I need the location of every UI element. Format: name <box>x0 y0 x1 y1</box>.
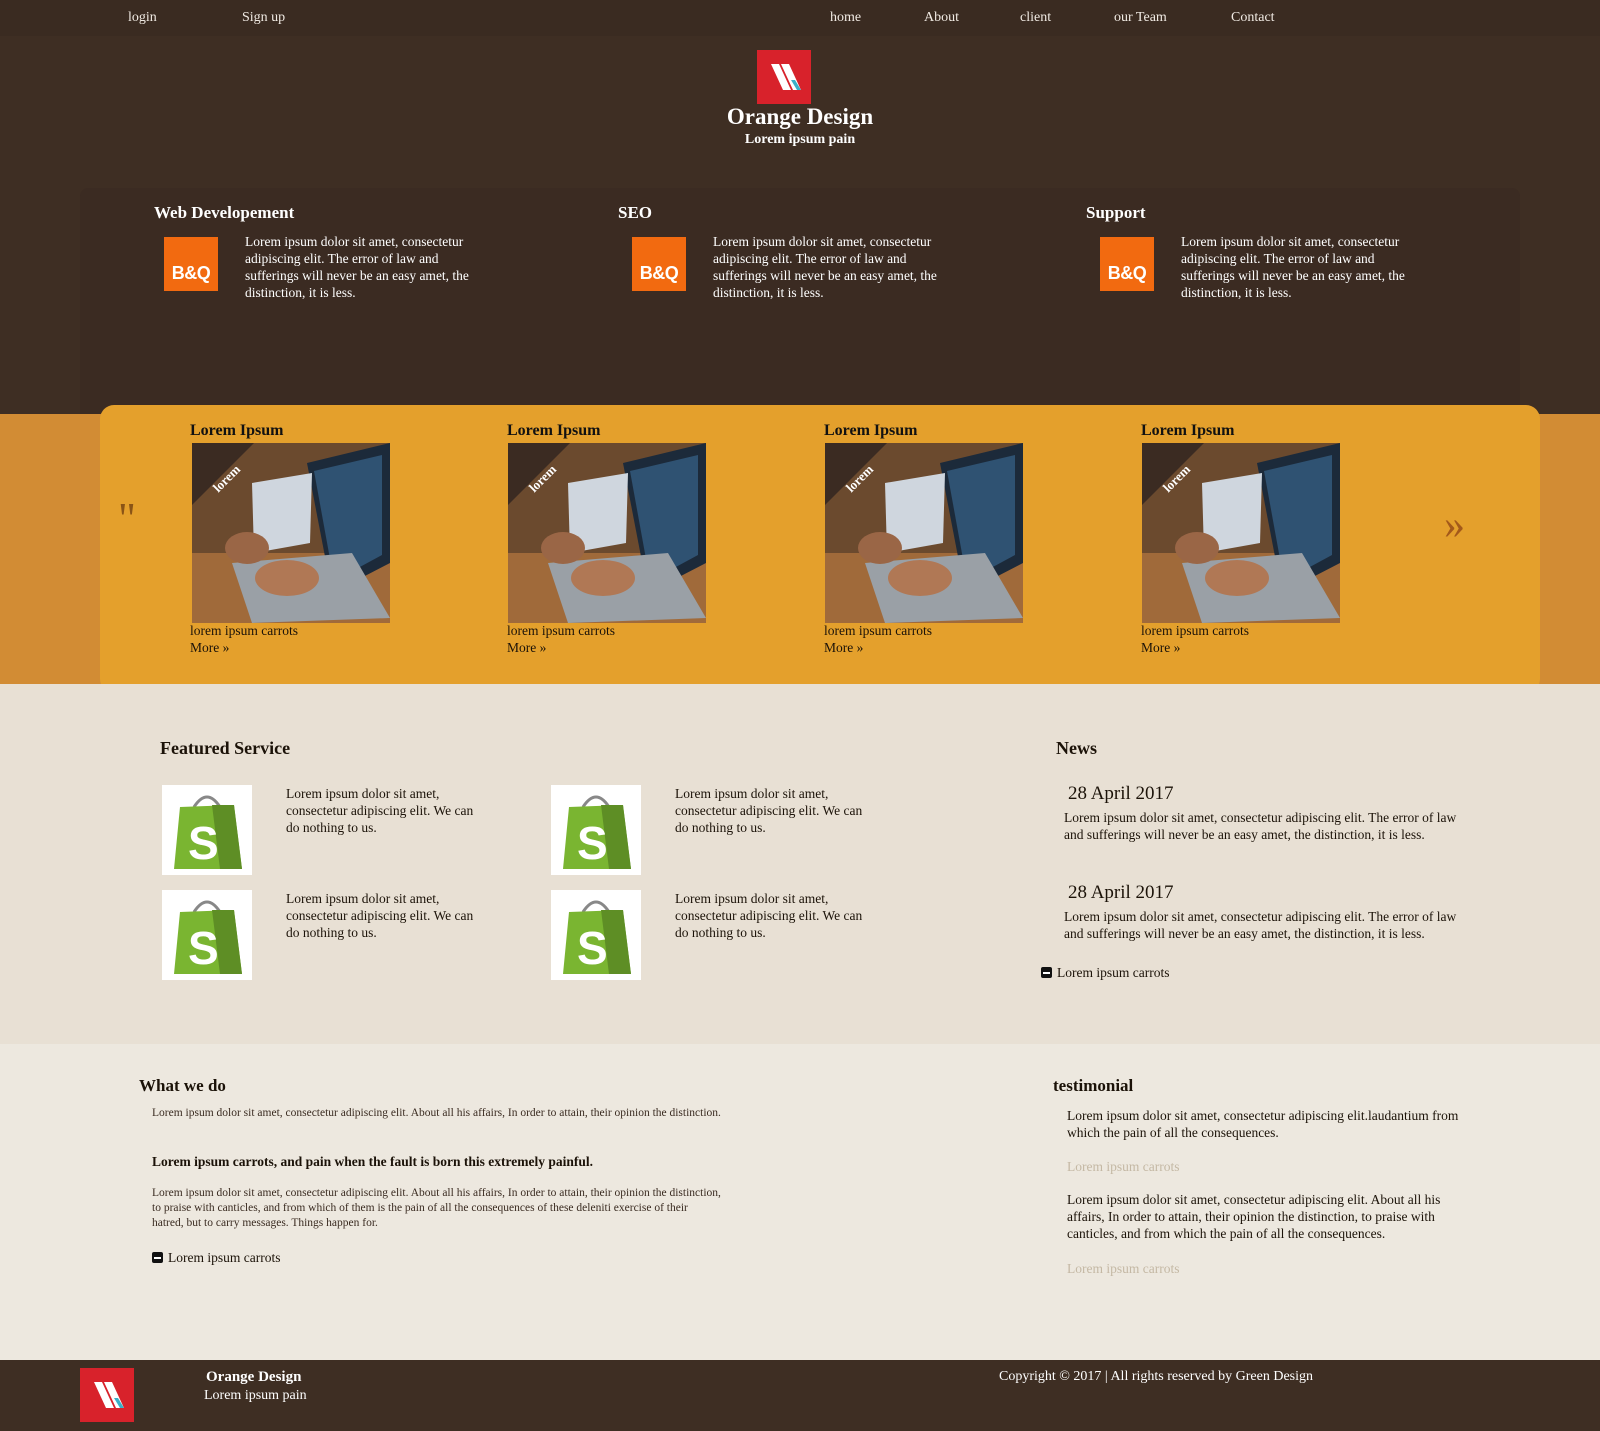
footer-subtitle: Lorem ipsum pain <box>204 1388 307 1403</box>
news-date: 28 April 2017 <box>1068 882 1174 903</box>
logo-mark-icon <box>771 64 801 90</box>
what-we-do-bold-line: Lorem ipsum carrots, and pain when the f… <box>152 1154 594 1169</box>
service-text: Lorem ipsum dolor sit amet, consectetur … <box>713 234 937 300</box>
slide-caption: lorem ipsum carrots <box>1141 623 1249 638</box>
what-we-do-paragraph: Lorem ipsum dolor sit amet, consectetur … <box>152 1187 721 1229</box>
login-link[interactable]: login <box>128 10 157 26</box>
slide-image-laptop[interactable]: lorem <box>825 443 1023 623</box>
slide-more-link[interactable]: More » <box>190 640 229 656</box>
bq-logo-icon: B&Q <box>632 237 686 291</box>
site-title: Orange Design <box>726 104 874 129</box>
featured-item-text: Lorem ipsum dolor sit amet, consectetur … <box>286 891 474 940</box>
news-more-link[interactable]: Lorem ipsum carrots <box>1041 965 1169 981</box>
laptop-photo-icon: lorem <box>508 443 706 623</box>
what-we-do-heading: What we do <box>139 1076 226 1095</box>
slide-more-link[interactable]: More » <box>824 640 863 656</box>
laptop-photo-icon: lorem <box>1142 443 1340 623</box>
news-more-link-label: Lorem ipsum carrots <box>1057 965 1170 980</box>
what-we-do-paragraph: Lorem ipsum dolor sit amet, consectetur … <box>152 1107 721 1119</box>
featured-item-text: Lorem ipsum dolor sit amet, consectetur … <box>675 891 863 940</box>
site-subtitle: Lorem ipsum pain <box>744 132 856 147</box>
testimonial-quote: Lorem ipsum dolor sit amet, consectetur … <box>1067 1192 1441 1241</box>
service-text: Lorem ipsum dolor sit amet, consectetur … <box>1181 234 1405 300</box>
service-title-support: Support <box>1086 203 1146 222</box>
services-panel: Web Developement B&Q Lorem ipsum dolor s… <box>80 188 1520 420</box>
nav-contact-link[interactable]: Contact <box>1231 10 1275 26</box>
svg-text:S: S <box>188 922 219 974</box>
laptop-photo-icon: lorem <box>825 443 1023 623</box>
nav-home-link[interactable]: home <box>830 10 861 26</box>
slider-next-arrow-icon[interactable]: » <box>1444 501 1465 549</box>
svg-text:S: S <box>577 817 608 869</box>
minus-square-icon <box>1041 967 1052 978</box>
svg-text:S: S <box>188 817 219 869</box>
bq-logo-icon: B&Q <box>164 237 218 291</box>
nav-team-link[interactable]: our Team <box>1114 10 1167 26</box>
testimonial-quote: Lorem ipsum dolor sit amet, consectetur … <box>1067 1108 1459 1140</box>
minus-square-icon <box>152 1252 163 1263</box>
slide-caption: lorem ipsum carrots <box>824 623 932 638</box>
footer-title: Orange Design <box>206 1369 302 1385</box>
bq-logo-icon: B&Q <box>1100 237 1154 291</box>
quote-mark-icon: " <box>118 494 136 543</box>
slider-panel: " » Lorem Ipsum lorem lorem ipsum carrot… <box>100 405 1540 693</box>
slide-image-laptop[interactable]: lorem <box>192 443 390 623</box>
shopify-bag-icon: S <box>162 890 252 980</box>
slide-more-link[interactable]: More » <box>1141 640 1180 656</box>
slide-image-laptop[interactable]: lorem <box>508 443 706 623</box>
shopify-bag-icon: S <box>162 785 252 875</box>
news-text: Lorem ipsum dolor sit amet, consectetur … <box>1064 810 1457 842</box>
logo-mark-icon <box>94 1382 124 1408</box>
slide-more-link[interactable]: More » <box>507 640 546 656</box>
slide-title: Lorem Ipsum <box>1141 422 1235 439</box>
svg-text:S: S <box>577 922 608 974</box>
footer: Orange Design Lorem ipsum pain Copyright… <box>0 1360 1600 1431</box>
service-title-seo: SEO <box>618 203 653 222</box>
shopify-bag-icon: S <box>551 785 641 875</box>
nav-about-link[interactable]: About <box>924 10 959 26</box>
shopify-bag-icon: S <box>551 890 641 980</box>
news-text: Lorem ipsum dolor sit amet, consectetur … <box>1064 909 1457 941</box>
copyright-text: Copyright © 2017 | All rights reserved b… <box>999 1369 1314 1384</box>
what-we-do-section: What we do Lorem ipsum dolor sit amet, c… <box>0 1044 1600 1360</box>
what-we-do-more-link-label: Lorem ipsum carrots <box>168 1250 281 1265</box>
featured-item-text: Lorem ipsum dolor sit amet, consectetur … <box>675 786 863 835</box>
slide-image-laptop[interactable]: lorem <box>1142 443 1340 623</box>
slide-title: Lorem Ipsum <box>824 422 918 439</box>
slide-title: Lorem Ipsum <box>190 422 284 439</box>
service-text: Lorem ipsum dolor sit amet, consectetur … <box>245 234 469 300</box>
service-title-web-development: Web Developement <box>154 203 295 222</box>
slide-caption: lorem ipsum carrots <box>190 623 298 638</box>
featured-service-heading: Featured Service <box>160 738 291 758</box>
what-we-do-more-link[interactable]: Lorem ipsum carrots <box>152 1250 280 1266</box>
testimonial-heading: testimonial <box>1053 1076 1134 1095</box>
slide-title: Lorem Ipsum <box>507 422 601 439</box>
news-heading: News <box>1056 738 1097 758</box>
slide-caption: lorem ipsum carrots <box>507 623 615 638</box>
featured-news-section: Featured Service S Lorem ipsum dolor sit… <box>0 684 1600 1044</box>
testimonial-author-link[interactable]: Lorem ipsum carrots <box>1067 1159 1179 1175</box>
featured-item-text: Lorem ipsum dolor sit amet, consectetur … <box>286 786 474 835</box>
testimonial-author-link[interactable]: Lorem ipsum carrots <box>1067 1261 1179 1277</box>
nav-client-link[interactable]: client <box>1020 10 1051 26</box>
news-date: 28 April 2017 <box>1068 783 1174 804</box>
laptop-photo-icon: lorem <box>192 443 390 623</box>
top-navigation-bar: login Sign up home About client our Team… <box>0 0 1600 36</box>
site-logo-icon[interactable] <box>757 50 811 104</box>
footer-logo-icon[interactable] <box>80 1368 134 1422</box>
signup-link[interactable]: Sign up <box>242 10 285 26</box>
